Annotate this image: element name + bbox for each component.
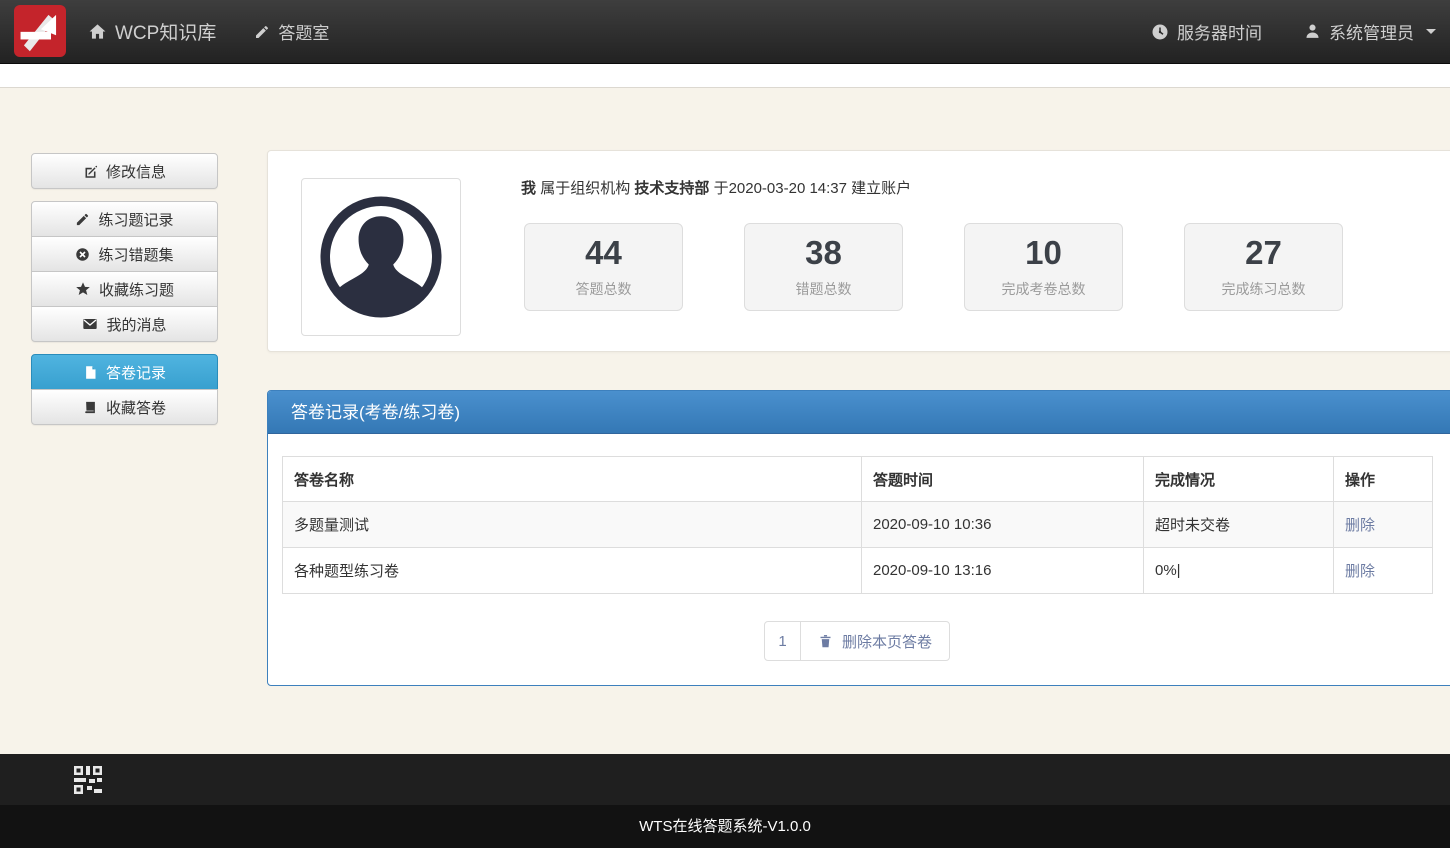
stat-total-answers: 44 答题总数 [524, 223, 683, 311]
stat-value: 38 [805, 235, 842, 271]
nav-item-answer-room[interactable]: 答题室 [254, 19, 329, 44]
edit-icon [83, 164, 98, 179]
profile-me: 我 [521, 180, 536, 197]
header-answer-time: 答题时间 [862, 457, 1144, 502]
sidebar-item-label: 练习题记录 [98, 209, 173, 230]
pencil-icon [75, 212, 90, 227]
user-menu-label: 系统管理员 [1329, 19, 1414, 44]
nav-room-label: 答题室 [278, 19, 329, 44]
sidebar-item-practice-records[interactable]: 练习题记录 [31, 201, 218, 237]
sidebar: 修改信息 练习题记录 练习错题集 收藏练习题 [31, 153, 218, 437]
qr-code-icon[interactable] [73, 765, 103, 795]
star-icon [75, 281, 91, 297]
delete-row-link[interactable]: 删除 [1345, 563, 1375, 580]
profile-created-text: 于2020-03-20 14:37 建立账户 [714, 180, 912, 197]
pencil-icon [254, 24, 270, 40]
cell-answer-time: 2020-09-10 13:16 [862, 548, 1144, 594]
footer-upper-band [0, 754, 1450, 805]
sidebar-item-label: 收藏练习题 [99, 279, 174, 300]
stat-label: 完成考卷总数 [1002, 279, 1086, 299]
sidebar-item-favorite-papers[interactable]: 收藏答卷 [31, 389, 218, 425]
stat-value: 10 [1025, 235, 1062, 271]
delete-row-link[interactable]: 删除 [1345, 517, 1375, 534]
stat-practice-finished: 27 完成练习总数 [1184, 223, 1343, 311]
cell-answer-time: 2020-09-10 10:36 [862, 502, 1144, 548]
trash-icon [818, 633, 833, 649]
footer-version-text: WTS在线答题系统-V1.0.0 [639, 818, 811, 835]
header-completion: 完成情况 [1144, 457, 1334, 502]
user-icon [1304, 23, 1321, 40]
sidebar-item-label: 答卷记录 [106, 362, 166, 383]
sidebar-item-wrong-set[interactable]: 练习错题集 [31, 236, 218, 272]
profile-panel: 我 属于组织机构 技术支持部 于2020-03-20 14:37 建立账户 44… [267, 150, 1450, 352]
records-panel: 答卷记录(考卷/练习卷) 答卷名称 答题时间 完成情况 操作 多题量测试 202… [267, 390, 1450, 686]
clock-icon [1151, 23, 1169, 41]
stat-exams-finished: 10 完成考卷总数 [964, 223, 1123, 311]
nav-item-server-time[interactable]: 服务器时间 [1151, 19, 1262, 44]
footer-version-band: WTS在线答题系统-V1.0.0 [0, 805, 1450, 848]
stat-value: 27 [1245, 235, 1282, 271]
cell-completion: 超时未交卷 [1144, 502, 1334, 548]
sidebar-group-profile: 修改信息 [31, 153, 218, 189]
sidebar-item-label: 练习错题集 [98, 244, 173, 265]
sidebar-group-practice: 练习题记录 练习错题集 收藏练习题 我的消息 [31, 201, 218, 342]
avatar [301, 178, 461, 336]
logo-plane-icon [18, 9, 62, 53]
top-navbar: WCP知识库 答题室 服务器时间 [0, 0, 1450, 64]
cell-paper-name: 多题量测试 [283, 502, 862, 548]
sidebar-item-my-messages[interactable]: 我的消息 [31, 306, 218, 342]
app-root: WCP知识库 答题室 服务器时间 [0, 0, 1450, 848]
header-paper-name: 答卷名称 [283, 457, 862, 502]
cell-paper-name: 各种题型练习卷 [283, 548, 862, 594]
nav-brand-label: WCP知识库 [115, 18, 216, 45]
pagination: 1 删除本页答卷 [282, 621, 1432, 661]
nav-item-user-menu[interactable]: 系统管理员 [1304, 19, 1436, 44]
stat-value: 44 [585, 235, 622, 271]
server-time-label: 服务器时间 [1177, 19, 1262, 44]
chevron-down-icon [1426, 29, 1436, 34]
stat-label: 错题总数 [796, 279, 852, 299]
records-panel-body: 答卷名称 答题时间 完成情况 操作 多题量测试 2020-09-10 10:36… [268, 434, 1450, 675]
delete-page-papers-button[interactable]: 删除本页答卷 [800, 621, 950, 661]
stats-row: 44 答题总数 38 错题总数 10 完成考卷总数 27 完成练习总数 [524, 223, 1343, 311]
header-operation: 操作 [1334, 457, 1433, 502]
sidebar-item-favorite-questions[interactable]: 收藏练习题 [31, 271, 218, 307]
sidebar-item-label: 我的消息 [106, 314, 166, 335]
sub-header-strip [0, 64, 1450, 88]
records-panel-title: 答卷记录(考卷/练习卷) [268, 391, 1450, 434]
table-row: 各种题型练习卷 2020-09-10 13:16 0%| 删除 [283, 548, 1433, 594]
avatar-person-icon [313, 189, 449, 325]
profile-org-prefix: 属于组织机构 [540, 180, 630, 197]
sidebar-item-label: 收藏答卷 [106, 397, 166, 418]
sidebar-item-label: 修改信息 [106, 161, 166, 182]
home-icon [88, 22, 107, 41]
cell-completion: 0%| [1144, 548, 1334, 594]
table-row: 多题量测试 2020-09-10 10:36 超时未交卷 删除 [283, 502, 1433, 548]
file-icon [83, 365, 98, 380]
book-icon [83, 400, 98, 415]
remove-circle-icon [75, 247, 90, 262]
nav-brand-home[interactable]: WCP知识库 [88, 18, 216, 45]
profile-summary: 我 属于组织机构 技术支持部 于2020-03-20 14:37 建立账户 [521, 177, 911, 198]
page-number-button[interactable]: 1 [764, 621, 801, 661]
sidebar-group-papers: 答卷记录 收藏答卷 [31, 354, 218, 425]
table-header-row: 答卷名称 答题时间 完成情况 操作 [283, 457, 1433, 502]
records-table: 答卷名称 答题时间 完成情况 操作 多题量测试 2020-09-10 10:36… [282, 456, 1433, 594]
stat-total-wrong: 38 错题总数 [744, 223, 903, 311]
sidebar-item-edit-info[interactable]: 修改信息 [31, 153, 218, 189]
delete-page-label: 删除本页答卷 [842, 631, 932, 652]
stat-label: 答题总数 [576, 279, 632, 299]
stat-label: 完成练习总数 [1222, 279, 1306, 299]
sidebar-item-answer-records[interactable]: 答卷记录 [31, 354, 218, 390]
envelope-icon [82, 316, 98, 332]
app-logo[interactable] [14, 5, 66, 57]
profile-org-name: 技术支持部 [634, 180, 709, 197]
